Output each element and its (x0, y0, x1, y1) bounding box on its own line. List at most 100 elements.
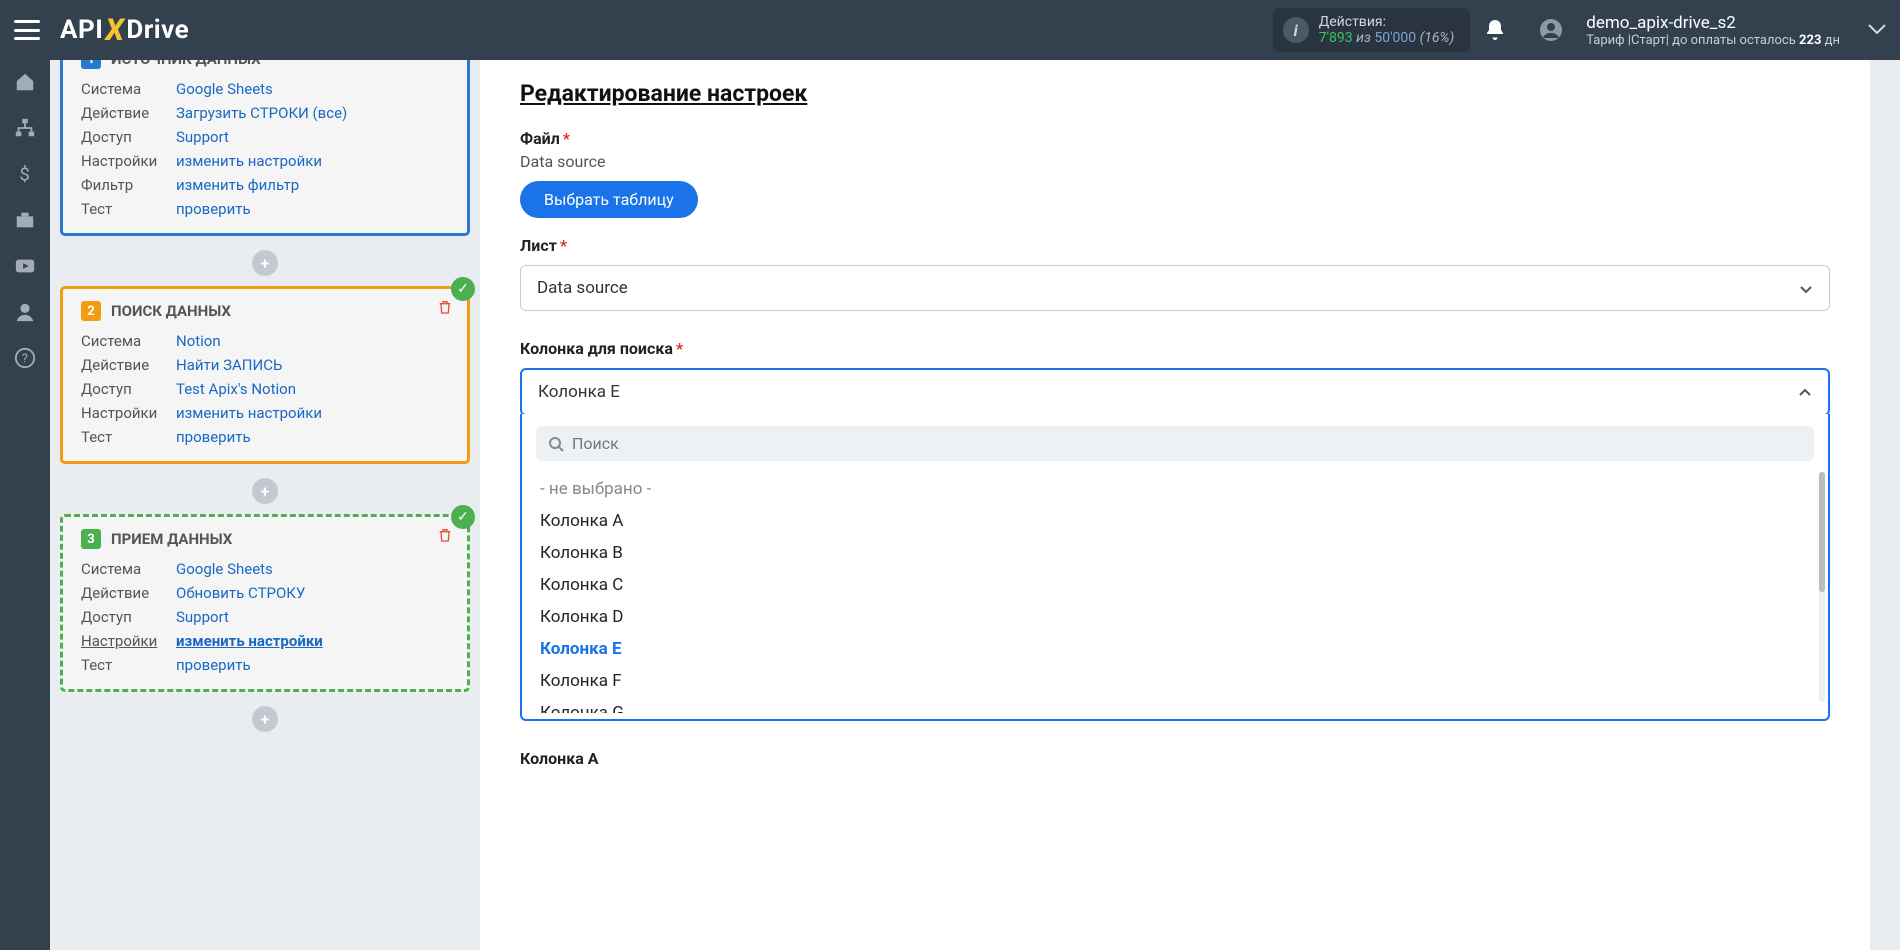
nav-home-icon[interactable] (13, 70, 37, 94)
step-title: ПРИЕМ ДАННЫХ (111, 530, 232, 548)
step-row-key: Доступ (81, 377, 176, 401)
step-card-1: 1 ИСТОЧНИК ДАННЫХ СистемаGoogle SheetsДе… (60, 60, 470, 236)
step-row-key: Система (81, 329, 176, 353)
dropdown-option[interactable]: - не выбрано - (536, 473, 1806, 505)
step-row-key: Тест (81, 653, 176, 677)
logo-part-api: API (60, 15, 103, 45)
step-row-link[interactable]: изменить настройки (176, 152, 322, 170)
search-column-dropdown: Колонка E - не выбрано -Колонка AКолонка… (520, 368, 1830, 721)
step-row-key: Настройки (81, 149, 176, 173)
dropdown-option[interactable]: Колонка B (536, 537, 1806, 569)
step-row-link[interactable]: изменить фильтр (176, 176, 299, 194)
step-title: ПОИСК ДАННЫХ (111, 302, 231, 320)
dropdown-option[interactable]: Колонка C (536, 569, 1806, 601)
nav-connections-icon[interactable] (13, 116, 37, 140)
avatar-icon (1536, 15, 1566, 45)
column-a-label: Колонка A (520, 749, 1830, 768)
step-row-link[interactable]: изменить настройки (176, 404, 322, 422)
nav-user-icon[interactable] (13, 300, 37, 324)
step-row-key: Система (81, 77, 176, 101)
settings-panel: Редактирование настроек Файл* Data sourc… (480, 60, 1870, 950)
step-row-link[interactable]: Загрузить СТРОКИ (все) (176, 104, 347, 122)
search-column-options-panel: - не выбрано -Колонка AКолонка BКолонка … (520, 414, 1830, 721)
step-row-link[interactable]: Google Sheets (176, 80, 273, 98)
step-row-key: Действие (81, 581, 176, 605)
delete-step-button[interactable] (437, 299, 453, 319)
usage-value: 7'893 из 50'000 (16%) (1319, 30, 1455, 46)
step-title: ИСТОЧНИК ДАННЫХ (111, 60, 261, 68)
step-row-key: Доступ (81, 605, 176, 629)
step-row-link[interactable]: изменить настройки (176, 632, 323, 650)
step-row-link[interactable]: Test Apix's Notion (176, 380, 296, 398)
search-column-value: Колонка E (538, 382, 620, 402)
dropdown-option[interactable]: Колонка G (536, 697, 1806, 713)
step-header: 2 ПОИСК ДАННЫХ (81, 301, 449, 321)
user-name: demo_apix-drive_s2 (1586, 13, 1840, 33)
step-row-link[interactable]: Support (176, 608, 229, 626)
logo[interactable]: API X Drive (60, 13, 189, 48)
file-sub: Data source (520, 152, 1830, 171)
usage-counter[interactable]: i Действия: 7'893 из 50'000 (16%) (1273, 8, 1471, 52)
dropdown-options-list: - не выбрано -Колонка AКолонка BКолонка … (536, 473, 1814, 713)
step-ok-badge: ✓ (451, 277, 475, 301)
expand-header-button[interactable] (1868, 21, 1886, 40)
dropdown-option[interactable]: Колонка D (536, 601, 1806, 633)
nav-briefcase-icon[interactable] (13, 208, 37, 232)
usage-label: Действия: (1319, 14, 1455, 30)
nav-billing-icon[interactable]: $ (13, 162, 37, 186)
nav-youtube-icon[interactable] (13, 254, 37, 278)
add-step-button[interactable]: + (252, 706, 278, 732)
step-header: 1 ИСТОЧНИК ДАННЫХ (81, 60, 449, 69)
delete-step-button[interactable] (437, 527, 453, 547)
dropdown-option[interactable]: Колонка F (536, 665, 1806, 697)
add-step-button[interactable]: + (252, 478, 278, 504)
svg-text:$: $ (20, 164, 30, 185)
svg-text:?: ? (22, 352, 28, 367)
user-menu[interactable]: demo_apix-drive_s2 Тариф |Старт| до опла… (1526, 13, 1840, 48)
step-row-link[interactable]: проверить (176, 428, 251, 446)
step-row-link[interactable]: проверить (176, 656, 251, 674)
step-row-link[interactable]: Support (176, 128, 229, 146)
sheet-label: Лист* (520, 236, 1830, 255)
step-row-key: Действие (81, 101, 176, 125)
notifications-button[interactable] (1480, 15, 1510, 45)
nav-help-icon[interactable]: ? (13, 346, 37, 370)
step-card-2: ✓ 2 ПОИСК ДАННЫХ СистемаNotionДействиеНа… (60, 286, 470, 464)
sheet-select[interactable]: Data source (520, 265, 1830, 311)
choose-table-button[interactable]: Выбрать таблицу (520, 181, 698, 218)
topbar: API X Drive i Действия: 7'893 из 50'000 … (0, 0, 1900, 60)
step-row-link[interactable]: Google Sheets (176, 560, 273, 578)
step-row-key: Система (81, 557, 176, 581)
chevron-down-icon (1799, 281, 1813, 295)
dropdown-option[interactable]: Колонка E (536, 633, 1806, 665)
menu-toggle-button[interactable] (14, 20, 40, 40)
step-row-key: Тест (81, 425, 176, 449)
step-row-key: Тест (81, 197, 176, 221)
step-row-link[interactable]: Обновить СТРОКУ (176, 584, 305, 602)
dropdown-scrollbar-thumb[interactable] (1819, 472, 1825, 592)
settings-title: Редактирование настроек (520, 80, 1830, 107)
file-label: Файл* (520, 129, 1830, 148)
pipeline-steps-column: 1 ИСТОЧНИК ДАННЫХ СистемаGoogle SheetsДе… (50, 60, 480, 950)
dropdown-search-input[interactable] (572, 434, 1802, 453)
step-row-link[interactable]: Notion (176, 332, 221, 350)
info-icon: i (1283, 17, 1309, 43)
step-number: 1 (81, 60, 101, 69)
search-column-select[interactable]: Колонка E (520, 368, 1830, 416)
step-header: 3 ПРИЕМ ДАННЫХ (81, 529, 449, 549)
search-column-label: Колонка для поиска* (520, 339, 1830, 358)
step-row-link[interactable]: проверить (176, 200, 251, 218)
step-number: 2 (81, 301, 101, 321)
user-plan: Тариф |Старт| до оплаты осталось 223 дн (1586, 33, 1840, 48)
search-icon (548, 436, 564, 452)
logo-part-x: X (105, 13, 124, 48)
dropdown-option[interactable]: Колонка A (536, 505, 1806, 537)
sheet-select-value: Data source (537, 278, 628, 298)
chevron-up-icon (1798, 385, 1812, 399)
step-number: 3 (81, 529, 101, 549)
step-row-key: Фильтр (81, 173, 176, 197)
step-row-key: Настройки (81, 629, 176, 653)
step-row-link[interactable]: Найти ЗАПИСЬ (176, 356, 282, 374)
add-step-button[interactable]: + (252, 250, 278, 276)
step-row-key: Доступ (81, 125, 176, 149)
